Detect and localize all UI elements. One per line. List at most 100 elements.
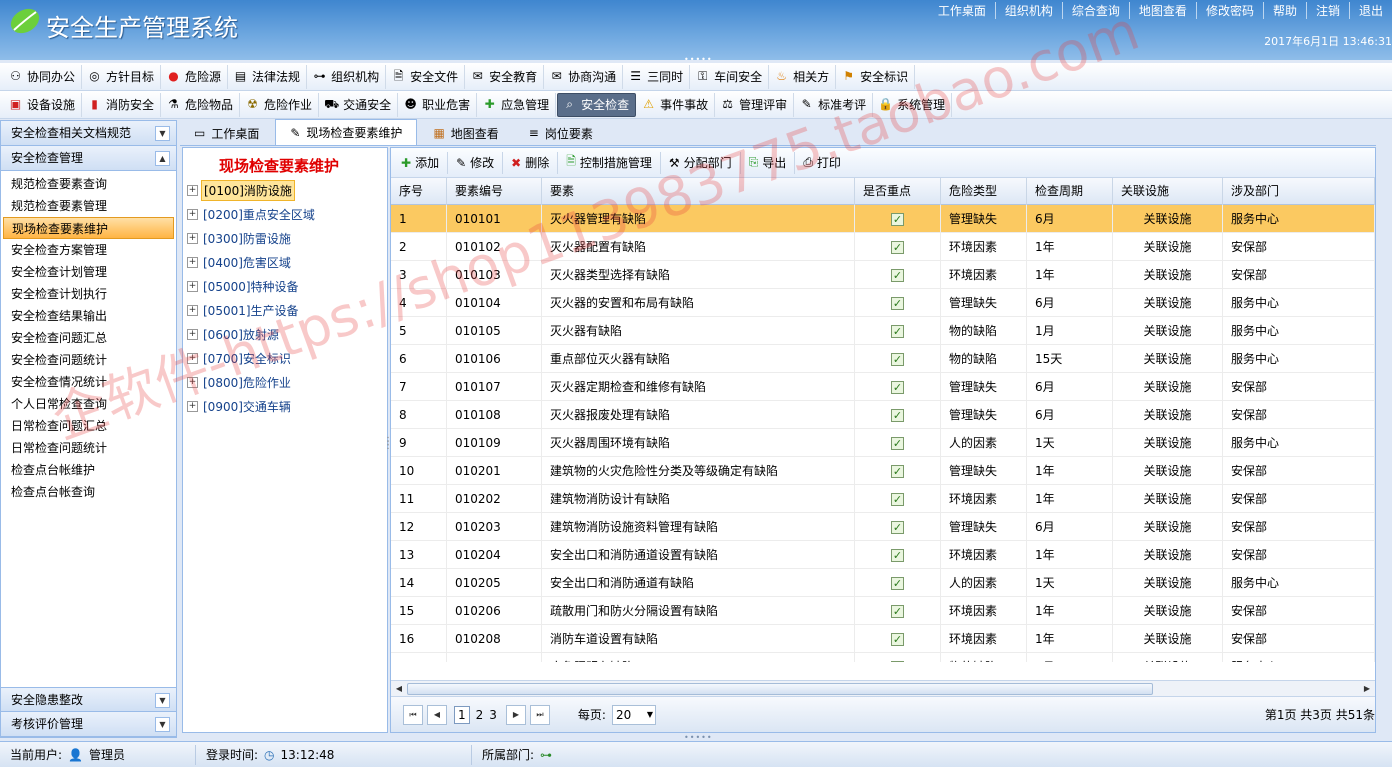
column-header[interactable]: 序号 (391, 178, 447, 205)
table-row[interactable]: 10 010201 建筑物的火灾危险性分类及等级确定有缺陷 ✓ 管理缺失 1年 关联设施 安保… (391, 457, 1375, 485)
tab-site-inspection[interactable]: ✎ 现场检查要素维护 (275, 119, 418, 145)
menu-item-r1-5[interactable]: 🗎 安全文件 (387, 64, 466, 89)
checkbox-checked-icon[interactable]: ✓ (891, 241, 904, 254)
menu-item-r2-5[interactable]: ☻ 职业危害 (399, 92, 478, 117)
table-row[interactable]: 2 010102 灭火器配置有缺陷 ✓ 环境因素 1年 关联设施 安保部 (391, 233, 1375, 261)
column-header[interactable]: 检查周期 (1027, 178, 1113, 205)
tab-desktop[interactable]: ▭ 工作桌面 (180, 121, 273, 145)
scroll-right-icon[interactable]: ▶ (1360, 682, 1374, 696)
assign-department-button[interactable]: ⚒ 分配部门 (661, 151, 741, 174)
sidebar-item[interactable]: 日常检查问题汇总 (1, 415, 176, 437)
menu-item-r1-7[interactable]: ✉ 协商沟通 (545, 64, 624, 89)
tab-post-elements[interactable]: ≡ 岗位要素 (515, 121, 607, 145)
sidebar-item[interactable]: 安全检查计划管理 (1, 261, 176, 283)
expand-icon[interactable]: + (187, 328, 198, 340)
print-button[interactable]: ⎙ 打印 (795, 152, 849, 174)
checkbox-checked-icon[interactable]: ✓ (891, 409, 904, 422)
column-header[interactable]: 涉及部门 (1223, 178, 1375, 205)
scroll-left-icon[interactable]: ◀ (392, 682, 406, 696)
menu-item-r2-3[interactable]: ☢ 危险作业 (241, 92, 320, 117)
sidebar-item[interactable]: 安全检查结果输出 (1, 305, 176, 327)
edit-button[interactable]: ✎ 修改 (448, 151, 504, 174)
sidebar-item[interactable]: 日常检查问题统计 (1, 437, 176, 459)
tree-node[interactable]: + [0600]放射源 (183, 322, 387, 346)
chevron-down-icon[interactable]: ▼ (155, 693, 170, 708)
tree-node[interactable]: + [0100]消防设施 (183, 178, 387, 202)
sidebar-item[interactable]: 检查点台帐维护 (1, 459, 176, 481)
menu-item-r1-8[interactable]: ☰ 三同时 (624, 64, 691, 89)
top-link-password[interactable]: 修改密码 (1197, 2, 1264, 19)
column-header[interactable]: 要素编号 (447, 178, 542, 205)
menu-item-r2-1[interactable]: ▮ 消防安全 (83, 92, 162, 117)
checkbox-checked-icon[interactable]: ✓ (891, 213, 904, 226)
table-row[interactable]: 17010209应急照明有缺陷 ✓ 物的缺陷1月关联设施服务中心 (391, 653, 1375, 662)
table-row[interactable]: 6 010106 重点部位灭火器有缺陷 ✓ 物的缺陷 15天 关联设施 服务中心 (391, 345, 1375, 373)
tree-node[interactable]: + [0800]危险作业 (183, 370, 387, 394)
menu-item-r2-0[interactable]: ▣ 设备设施 (4, 92, 83, 117)
chevron-down-icon[interactable]: ▼ (155, 126, 170, 141)
tree-node[interactable]: + [05000]特种设备 (183, 274, 387, 298)
column-header[interactable]: 是否重点 (855, 178, 941, 205)
sidebar-item[interactable]: 安全检查方案管理 (1, 239, 176, 261)
top-link-help[interactable]: 帮助 (1264, 2, 1307, 19)
expand-icon[interactable]: + (187, 376, 198, 388)
accordion-section-hazard-fix[interactable]: 安全隐患整改 ▼ (1, 687, 176, 712)
sidebar-item[interactable]: 检查点台帐查询 (1, 481, 176, 503)
tree-node[interactable]: + [0300]防雷设施 (183, 226, 387, 250)
checkbox-checked-icon[interactable]: ✓ (891, 353, 904, 366)
checkbox-checked-icon[interactable]: ✓ (891, 269, 904, 282)
menu-item-r1-10[interactable]: ♨ 相关方 (770, 64, 837, 89)
checkbox-checked-icon[interactable]: ✓ (891, 297, 904, 310)
menu-item-r1-3[interactable]: ▤ 法律法规 (229, 64, 308, 89)
checkbox-checked-icon[interactable]: ✓ (891, 605, 904, 618)
add-button[interactable]: ✚ 添加 (393, 151, 449, 174)
checkbox-checked-icon[interactable]: ✓ (891, 381, 904, 394)
menu-item-r1-4[interactable]: ⊶ 组织机构 (308, 64, 387, 89)
checkbox-checked-icon[interactable]: ✓ (891, 521, 904, 534)
top-link-desktop[interactable]: 工作桌面 (929, 2, 996, 19)
expand-icon[interactable]: + (187, 208, 198, 220)
menu-item-r2-6[interactable]: ✚ 应急管理 (478, 92, 557, 117)
checkbox-checked-icon[interactable]: ✓ (891, 661, 904, 662)
table-row[interactable]: 11 010202 建筑物消防设计有缺陷 ✓ 环境因素 1年 关联设施 安保部 (391, 485, 1375, 513)
table-row[interactable]: 13 010204 安全出口和消防通道设置有缺陷 ✓ 环境因素 1年 关联设施 安保部 (391, 541, 1375, 569)
accordion-section-management[interactable]: 安全检查管理 ▲ (1, 146, 176, 171)
expand-icon[interactable]: + (187, 232, 198, 244)
sidebar-item[interactable]: 现场检查要素维护 (3, 217, 174, 239)
tree-node[interactable]: + [05001]生产设备 (183, 298, 387, 322)
column-header[interactable]: 要素 (542, 178, 855, 205)
tree-node[interactable]: + [0900]交通车辆 (183, 394, 387, 418)
table-row[interactable]: 7 010107 灭火器定期检查和维修有缺陷 ✓ 管理缺失 6月 关联设施 安保部 (391, 373, 1375, 401)
sidebar-item[interactable]: 安全检查问题统计 (1, 349, 176, 371)
table-row[interactable]: 16 010208 消防车道设置有缺陷 ✓ 环境因素 1年 关联设施 安保部 (391, 625, 1375, 653)
page-size-select[interactable]: 20 ▼ (611, 704, 656, 725)
top-link-query[interactable]: 综合查询 (1063, 2, 1130, 19)
tree-node-label[interactable]: [05001]生产设备 (201, 301, 301, 320)
expand-icon[interactable]: + (187, 304, 198, 316)
column-header[interactable]: 危险类型 (941, 178, 1027, 205)
chevron-up-icon[interactable]: ▲ (155, 151, 170, 166)
menu-item-r2-2[interactable]: ⚗ 危险物品 (162, 92, 241, 117)
table-row[interactable]: 8 010108 灭火器报废处理有缺陷 ✓ 管理缺失 6月 关联设施 安保部 (391, 401, 1375, 429)
menu-item-r1-0[interactable]: ⚇ 协同办公 (4, 64, 83, 89)
tree-node-label[interactable]: [0100]消防设施 (201, 179, 295, 201)
menu-item-r1-6[interactable]: ✉ 安全教育 (466, 64, 545, 89)
sidebar-item[interactable]: 安全检查计划执行 (1, 283, 176, 305)
menu-item-r2-8[interactable]: ⚠ 事件事故 (637, 92, 716, 117)
checkbox-checked-icon[interactable]: ✓ (891, 465, 904, 478)
tab-map[interactable]: ▦ 地图查看 (419, 121, 512, 145)
accordion-section-docs[interactable]: 安全检查相关文档规范 ▼ (1, 121, 176, 146)
table-row[interactable]: 15 010206 疏散用门和防火分隔设置有缺陷 ✓ 环境因素 1年 关联设施 安保部 (391, 597, 1375, 625)
horizontal-scrollbar[interactable]: ◀ ▶ (391, 680, 1375, 697)
checkbox-checked-icon[interactable]: ✓ (891, 493, 904, 506)
tree-node-label[interactable]: [0700]安全标识 (201, 349, 293, 368)
page-number-link[interactable]: 1 (454, 705, 470, 724)
menu-item-r2-4[interactable]: ⛟ 交通安全 (320, 92, 399, 117)
expand-icon[interactable]: + (187, 280, 198, 292)
menu-item-r1-1[interactable]: ◎ 方针目标 (83, 64, 162, 89)
checkbox-checked-icon[interactable]: ✓ (891, 437, 904, 450)
export-button[interactable]: ⎘ 导出 (741, 151, 796, 174)
tree-node[interactable]: + [0200]重点安全区域 (183, 202, 387, 226)
tree-node[interactable]: + [0700]安全标识 (183, 346, 387, 370)
top-link-org[interactable]: 组织机构 (996, 2, 1063, 19)
